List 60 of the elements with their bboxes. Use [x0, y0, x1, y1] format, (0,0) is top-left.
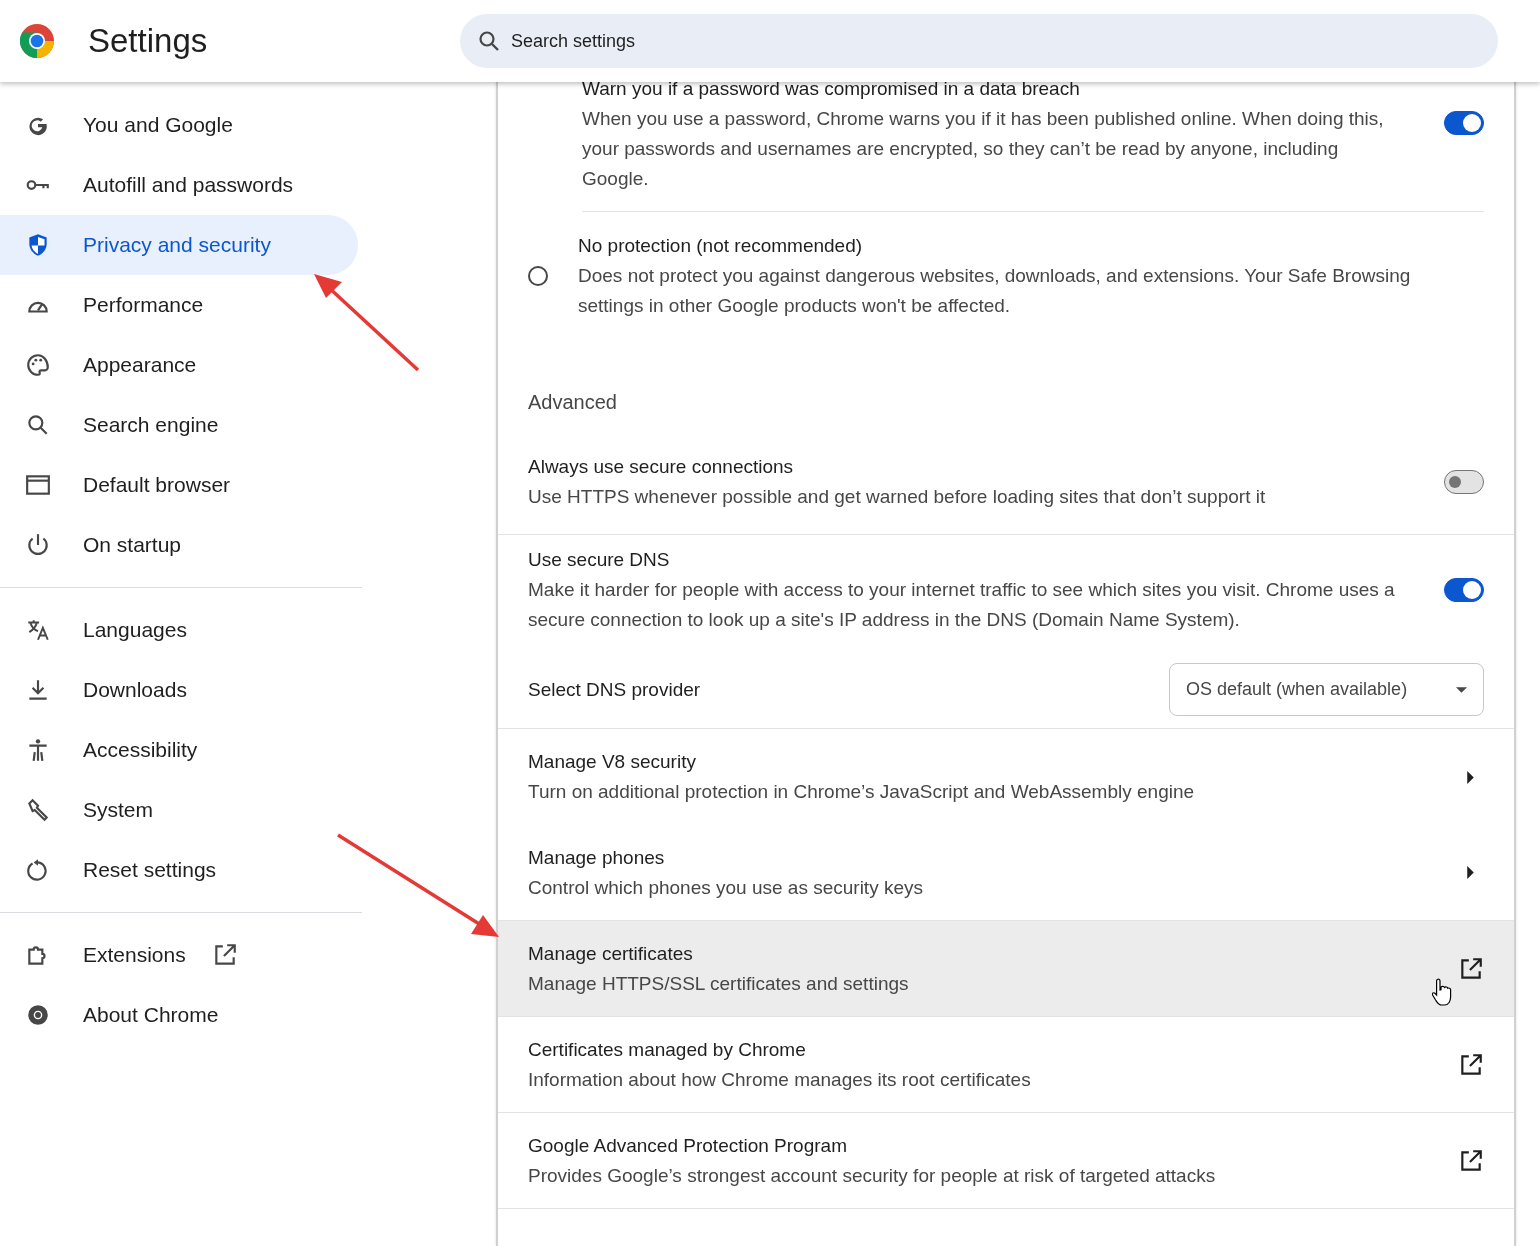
setting-title: Select DNS provider — [528, 677, 701, 702]
sidebar-item[interactable]: On startup — [0, 515, 358, 575]
translate-icon — [25, 617, 51, 643]
setting-description: Information about how Chrome manages its root certificates — [528, 1067, 1031, 1092]
hand-cursor-icon — [1432, 977, 1452, 1007]
search-icon — [477, 29, 501, 53]
right-caret-icon — [1467, 866, 1474, 879]
setting-description: Provides Google’s strongest account security for people at risk of targeted attacks — [528, 1163, 1216, 1188]
setting-description: Make it harder for people with access to your internet traffic to see which sites you visit. Chrome uses a secure connection to look up a site's IP address in the DNS (Domain Name System). — [528, 578, 1396, 632]
sidebar-item[interactable]: Search engine — [0, 395, 358, 455]
settings-link-row[interactable]: Certificates managed by Chrome Information about how Chrome manages its root certificates — [498, 1017, 1514, 1113]
sidebar-item[interactable]: Default browser — [0, 455, 358, 515]
sidebar-item[interactable]: Reset settings — [0, 840, 358, 900]
external-link-icon — [1458, 955, 1484, 982]
setting-title: Always use secure connections — [528, 455, 795, 479]
setting-title: Manage certificates — [528, 941, 694, 966]
palette-icon — [25, 352, 51, 378]
setting-description: Manage HTTPS/SSL certificates and settings — [528, 971, 909, 996]
radio-button[interactable] — [528, 266, 548, 286]
setting-title: Manage V8 security — [528, 750, 697, 774]
setting-title: Google Advanced Protection Program — [528, 1133, 848, 1158]
sidebar-item[interactable]: Performance — [0, 275, 358, 335]
settings-link-row[interactable]: Manage certificates Manage HTTPS/SSL certificates and settings — [498, 921, 1514, 1017]
setting-title: No protection (not recommended) — [578, 234, 864, 258]
sidebar-item[interactable]: System — [0, 780, 358, 840]
chrome-logo-icon — [25, 1002, 51, 1028]
sidebar-item[interactable]: Languages — [0, 600, 358, 660]
sidebar-item[interactable]: About Chrome — [0, 985, 358, 1045]
chrome-logo-icon — [20, 24, 54, 58]
sidebar-item[interactable]: Accessibility — [0, 720, 358, 780]
browser-window-icon — [25, 472, 51, 498]
setting-description: Does not protect you against dangerous websites, downloads, and extensions. Your Safe Browsing settings in other Google products won't be affected. — [578, 264, 1412, 318]
sidebar-item[interactable]: Privacy and security — [0, 215, 358, 275]
setting-description: Use HTTPS whenever possible and get warned before loading sites that don’t support it — [528, 485, 1267, 509]
setting-title: Certificates managed by Chrome — [528, 1037, 807, 1062]
toggle-switch[interactable] — [1444, 111, 1484, 135]
sidebar-item[interactable]: Appearance — [0, 335, 358, 395]
sidebar-item[interactable]: Autofill and passwords — [0, 155, 358, 215]
toggle-switch[interactable] — [1444, 470, 1484, 494]
dropdown-caret-icon — [1456, 686, 1467, 693]
setting-title: Use secure DNS — [528, 548, 671, 572]
settings-link-row[interactable]: Google Advanced Protection Program Provides Google’s strongest account security for people at risk of targeted attacks — [498, 1113, 1514, 1209]
toggle-switch[interactable] — [1444, 578, 1484, 602]
settings-link-row[interactable]: Manage V8 security Turn on additional protection in Chrome’s JavaScript and WebAssembly engine — [498, 729, 1514, 825]
setting-title: Manage phones — [528, 845, 666, 870]
sidebar-item[interactable]: Extensions — [0, 925, 358, 985]
external-link-icon — [1458, 1051, 1484, 1078]
setting-description: When you use a password, Chrome warns you if it has been published online. When doing this, your passwords and usernames are encrypted, so they can’t be read by anyone, including Google. — [582, 107, 1385, 191]
external-link-icon — [1458, 1147, 1484, 1174]
setting-title: Warn you if a password was compromised in a data breach — [582, 77, 1081, 101]
sidebar-item[interactable]: You and Google — [0, 95, 358, 155]
dns-provider-dropdown[interactable]: OS default (when available) — [1169, 663, 1484, 716]
search-field[interactable]: Search settings — [460, 14, 1498, 68]
setting-description: Turn on additional protection in Chrome’s JavaScript and WebAssembly engine — [528, 780, 1195, 804]
section-heading: Advanced — [527, 390, 618, 415]
setting-description: Control which phones you use as security keys — [528, 875, 923, 900]
right-caret-icon — [1467, 770, 1474, 784]
power-icon — [25, 532, 51, 558]
page-title: Settings — [88, 22, 209, 60]
sidebar-item[interactable]: Downloads — [0, 660, 358, 720]
